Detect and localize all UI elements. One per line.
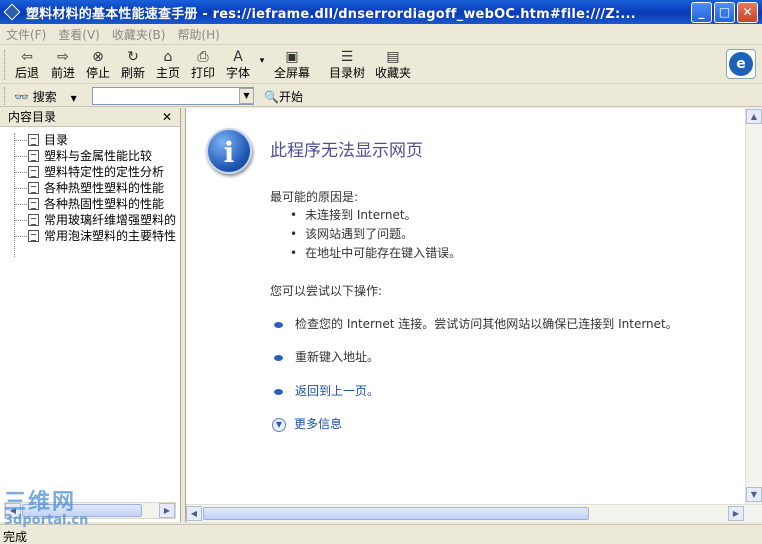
scroll-thumb[interactable]	[203, 507, 589, 520]
tree-item[interactable]: 常用泡沫塑料的主要特性	[0, 228, 180, 244]
toolbar: ⇦ 后退 ⇨ 前进 ⊗ 停止 ↻ 刷新 ⌂ 主页 ⎙ 打印 A 字体 ▾ ▣ 全…	[0, 46, 762, 84]
favorites-button[interactable]: ▤ 收藏夹	[373, 49, 413, 81]
scroll-right-icon[interactable]: ▶	[159, 503, 175, 518]
action-retype-address: 重新键入地址。	[274, 348, 379, 365]
scroll-up-icon[interactable]: ▲	[746, 109, 762, 124]
menu-favorites[interactable]: 收藏夹(B)	[112, 26, 166, 43]
document-icon	[28, 214, 39, 226]
print-icon: ⎙	[197, 49, 209, 65]
print-button[interactable]: ⎙ 打印	[188, 49, 218, 81]
error-title: 此程序无法显示网页	[270, 141, 423, 161]
fullscreen-button[interactable]: ▣ 全屏幕	[272, 49, 312, 81]
home-button[interactable]: ⌂ 主页	[153, 49, 183, 81]
document-icon	[28, 150, 39, 162]
action-go-back[interactable]: 返回到上一页。	[274, 382, 379, 399]
reason-item: 未连接到 Internet。	[290, 206, 461, 225]
contents-pane-header: 内容目录 ✕	[0, 108, 180, 127]
menu-help[interactable]: 帮助(H)	[177, 26, 219, 43]
start-button[interactable]: 🔍开始	[264, 88, 303, 105]
forward-arrow-icon: ⇨	[57, 49, 69, 65]
action-check-connection: 检查您的 Internet 连接。尝试访问其他网站以确保已连接到 Interne…	[274, 315, 678, 332]
refresh-button[interactable]: ↻ 刷新	[118, 49, 148, 81]
app-icon[interactable]	[3, 3, 21, 21]
search-button[interactable]: 👓 搜索 ▼	[14, 88, 77, 105]
scroll-right-icon[interactable]: ▶	[728, 506, 744, 521]
search-bar: 👓 搜索 ▼ ▼ 🔍开始	[0, 85, 762, 107]
stop-icon: ⊗	[92, 49, 104, 65]
ie-logo: e	[726, 49, 756, 79]
status-text: 完成	[3, 530, 28, 544]
document-icon	[28, 198, 39, 210]
reasons-list: 未连接到 Internet。 该网站遇到了问题。 在地址中可能存在键入错误。	[290, 206, 461, 263]
watermark: 三维网 3dportal.cn	[4, 490, 89, 528]
try-heading: 您可以尝试以下操作:	[270, 284, 383, 298]
more-info-toggle[interactable]: ▼ 更多信息	[272, 415, 342, 432]
document-icon	[28, 230, 39, 242]
content-horizontal-scrollbar[interactable]: ◀ ▶	[186, 504, 762, 522]
forward-button[interactable]: ⇨ 前进	[48, 49, 78, 81]
maximize-button[interactable]: □	[714, 2, 735, 23]
tree-item[interactable]: 目录	[0, 132, 180, 148]
back-arrow-icon: ⇦	[21, 49, 33, 65]
minimize-button[interactable]: _	[691, 2, 712, 23]
document-icon	[28, 134, 39, 146]
refresh-icon: ↻	[127, 49, 139, 65]
go-back-link[interactable]: 返回到上一页。	[295, 384, 379, 398]
expand-chevron-icon: ▼	[272, 417, 286, 432]
contents-tree: 目录 塑料与金属性能比较 塑料特定性的定性分析 各种热塑性塑料的性能 各种热固性…	[0, 127, 180, 257]
searchbar-grip[interactable]	[4, 87, 7, 105]
close-button[interactable]: ✕	[737, 2, 758, 23]
contents-pane-title: 内容目录	[8, 110, 57, 124]
reason-item: 在地址中可能存在键入错误。	[290, 244, 461, 263]
menu-view[interactable]: 查看(V)	[58, 26, 100, 43]
tree-icon: ☰	[340, 49, 354, 65]
reasons-heading: 最可能的原因是:	[270, 190, 359, 204]
contents-pane: 内容目录 ✕ 目录 塑料与金属性能比较 塑料特定性的定性分析 各种热塑性塑料的性…	[0, 108, 181, 522]
bullet-icon	[274, 321, 283, 328]
toolbar-grip[interactable]	[4, 50, 7, 80]
contents-pane-close-icon[interactable]: ✕	[162, 108, 172, 127]
font-icon: A	[233, 49, 243, 65]
fullscreen-icon: ▣	[285, 49, 299, 65]
status-bar: 完成	[0, 524, 762, 544]
magnifier-icon: 🔍	[264, 90, 279, 104]
scroll-left-icon[interactable]: ◀	[186, 506, 202, 521]
menu-file[interactable]: 文件(F)	[6, 26, 46, 43]
tree-item[interactable]: 塑料特定性的定性分析	[0, 164, 180, 180]
tree-item[interactable]: 各种热固性塑料的性能	[0, 196, 180, 212]
scroll-down-icon[interactable]: ▼	[746, 487, 762, 502]
content-vertical-scrollbar[interactable]: ▲ ▼	[745, 108, 762, 504]
back-button[interactable]: ⇦ 后退	[12, 49, 42, 81]
font-button[interactable]: A 字体	[223, 49, 253, 81]
tree-item[interactable]: 各种热塑性塑料的性能	[0, 180, 180, 196]
stop-button[interactable]: ⊗ 停止	[83, 49, 113, 81]
favorites-icon: ▤	[386, 49, 400, 65]
binoculars-icon: 👓	[14, 90, 29, 104]
document-icon	[28, 166, 39, 178]
search-input[interactable]	[92, 87, 254, 105]
search-combo-dropdown[interactable]: ▼	[239, 88, 254, 104]
bullet-icon	[274, 388, 283, 395]
content-area: i 此程序无法显示网页 最可能的原因是: 未连接到 Internet。 该网站遇…	[185, 108, 762, 522]
info-icon: i	[206, 128, 252, 174]
document-icon	[28, 182, 39, 194]
ie-logo-icon: e	[729, 52, 753, 76]
menu-bar: 文件(F) 查看(V) 收藏夹(B) 帮助(H)	[0, 24, 762, 45]
tree-item[interactable]: 常用玻璃纤维增强塑料的	[0, 212, 180, 228]
window-title: 塑料材料的基本性能速查手册 - res://ieframe.dll/dnserr…	[26, 6, 636, 22]
title-bar[interactable]: 塑料材料的基本性能速查手册 - res://ieframe.dll/dnserr…	[0, 0, 762, 24]
font-dropdown-icon[interactable]: ▾	[256, 56, 268, 88]
more-info-link[interactable]: 更多信息	[294, 417, 342, 431]
tree-item[interactable]: 塑料与金属性能比较	[0, 148, 180, 164]
bullet-icon	[274, 354, 283, 361]
search-dropdown-icon[interactable]: ▼	[71, 94, 77, 103]
home-icon: ⌂	[163, 49, 173, 65]
tree-button[interactable]: ☰ 目录树	[327, 49, 367, 81]
reason-item: 该网站遇到了问题。	[290, 225, 461, 244]
